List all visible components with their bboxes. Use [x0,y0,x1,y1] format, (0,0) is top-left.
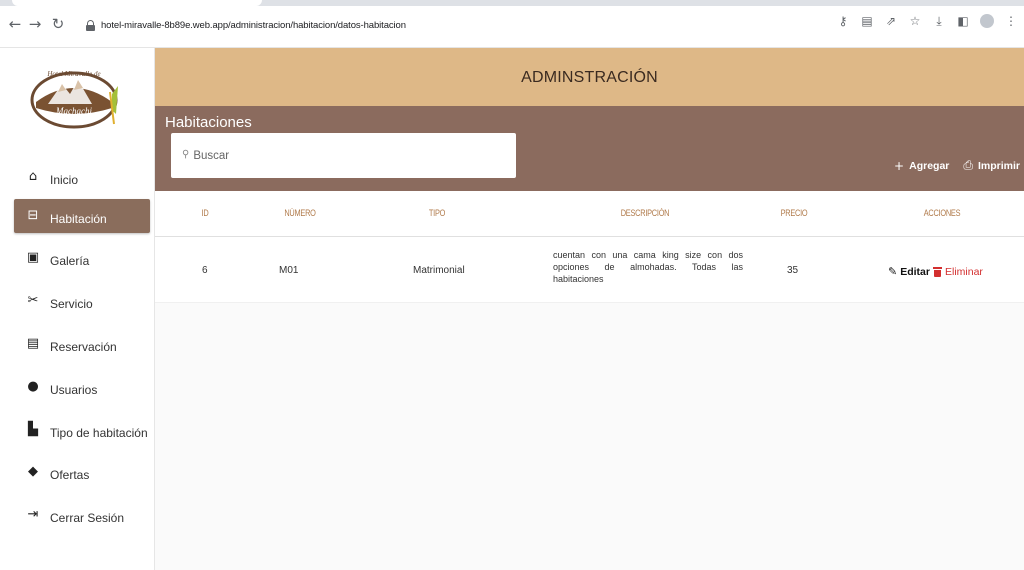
sidebar-item-habitacion[interactable]: ⊟ Habitación [14,199,150,233]
logo-top-text: Hotel Miravalle de [46,70,100,78]
search-input[interactable] [193,149,494,162]
share-icon[interactable]: ⇗ [884,14,898,28]
cell-precio: 35 [787,265,799,276]
column-header-acciones[interactable]: ACCIONES [913,208,970,218]
arrow-left-icon[interactable]: ← [6,15,24,33]
edit-button-label: Editar [900,265,930,278]
print-icon: ⎙ [963,158,973,172]
row-actions: ✎ Editar Eliminar [888,265,983,278]
sidebar-item-label: Habitación [50,212,107,226]
room-type-icon: ▙ [28,422,38,437]
address-bar[interactable]: hotel-miravalle-8b89e.web.app/administra… [86,16,406,34]
sidebar-item-label: Cerrar Sesión [50,511,125,525]
sidebar-item-label: Tipo de habitación [50,426,148,440]
cell-tipo: Matrimonial [413,265,465,276]
menu-icon[interactable]: ⋮ [1004,14,1018,28]
tab-strip [0,0,1024,6]
table-header: ID NÚMERO TIPO DESCRIPCIÓN PRECIO ACCION… [155,191,1024,237]
sidebar-item-inicio[interactable]: ⌂ Inicio [14,160,150,194]
browser-toolbar: ← → ↻ hotel-miravalle-8b89e.web.app/admi… [0,0,1024,48]
rooms-table: ID NÚMERO TIPO DESCRIPCIÓN PRECIO ACCION… [155,191,1024,570]
sidebar-item-label: Ofertas [50,468,90,482]
print-button[interactable]: ⎙ Imprimir [963,158,1020,173]
cell-id: 6 [202,265,208,276]
search-icon: ⚲ [182,149,190,160]
page-header-title: ADMINSTRACIÓN [521,69,658,86]
user-icon: ● [27,379,39,394]
sidebar-item-label: Inicio [50,173,79,187]
delete-button[interactable]: Eliminar [932,265,983,278]
lock-icon [86,19,95,31]
cell-descripcion: cuentan con una cama king size con dos o… [553,250,743,284]
sidebar-item-servicio[interactable]: ✂ Servicio [14,284,150,318]
sidebar-item-ofertas[interactable]: ◆ Ofertas [14,455,150,489]
sidebar-item-label: Reservación [50,340,117,354]
arrow-right-icon[interactable]: → [26,15,44,33]
browser-toolbar-icons: ⚷ ▤ ⇗ ☆ ⤓ ◧ ⋮ [836,14,1018,28]
search-box[interactable]: ⚲ [171,133,516,178]
add-button-label: Agregar [909,159,950,172]
download-icon[interactable]: ⤓ [932,14,946,28]
sidepanel-icon[interactable]: ◧ [956,14,970,28]
tag-icon: ◆ [28,464,38,479]
column-header-numero[interactable]: NÚMERO [275,208,324,218]
reservation-icon: ▤ [26,336,40,351]
active-tab[interactable] [12,0,262,6]
bed-icon: ⊟ [27,208,39,223]
hotel-logo[interactable]: Hotel Miravalle de Machachi [28,64,126,134]
key-icon[interactable]: ⚷ [836,14,850,28]
delete-button-label: Eliminar [944,265,983,278]
home-icon: ⌂ [28,169,38,184]
sidebar-item-usuarios[interactable]: ● Usuarios [14,370,150,404]
section-header: Habitaciones ⚲ + Agregar ⎙ Imprimir [155,106,1024,191]
logo-bottom-text: Machachi [55,106,92,116]
reload-icon[interactable]: ↻ [49,15,67,33]
table-row: 6 M01 Matrimonial cuentan con una cama k… [155,237,1024,303]
add-button[interactable]: + Agregar [894,159,949,173]
sidebar-item-cerrar-sesion[interactable]: ⇥ Cerrar Sesión [14,498,150,532]
edit-button[interactable]: ✎ Editar [888,265,930,278]
plus-icon: + [894,158,905,173]
top-header: ADMINSTRACIÓN [155,48,1024,106]
column-header-id[interactable]: ID [197,208,213,218]
sidebar-item-reservacion[interactable]: ▤ Reservación [14,327,150,361]
gallery-icon: ▣ [26,250,40,265]
sidebar: Hotel Miravalle de Machachi ⌂ Inicio ⊟ H… [0,48,155,570]
column-header-tipo[interactable]: TIPO [421,208,454,218]
section-actions: + Agregar ⎙ Imprimir [894,158,1020,173]
cell-numero: M01 [279,265,299,276]
column-header-descripcion[interactable]: DESCRIPCIÓN [604,208,686,218]
sidebar-item-label: Servicio [50,297,93,311]
logo-image: Hotel Miravalle de Machachi [30,70,118,129]
service-icon: ✂ [27,293,39,308]
column-header-precio[interactable]: PRECIO [774,208,815,218]
profile-avatar[interactable] [980,14,994,28]
pencil-icon: ✎ [888,265,898,278]
translate-icon[interactable]: ▤ [860,14,874,28]
logout-icon: ⇥ [27,507,39,522]
star-icon[interactable]: ☆ [908,14,922,28]
sidebar-item-galeria[interactable]: ▣ Galería [14,241,150,275]
trash-icon [932,266,942,277]
page-title: Habitaciones [165,114,252,131]
sidebar-item-label: Usuarios [50,383,98,397]
sidebar-item-tipo-habitacion[interactable]: ▙ Tipo de habitación [14,413,150,447]
url-text[interactable]: hotel-miravalle-8b89e.web.app/administra… [101,20,406,31]
sidebar-item-label: Galería [50,254,90,268]
print-button-label: Imprimir [977,159,1020,172]
